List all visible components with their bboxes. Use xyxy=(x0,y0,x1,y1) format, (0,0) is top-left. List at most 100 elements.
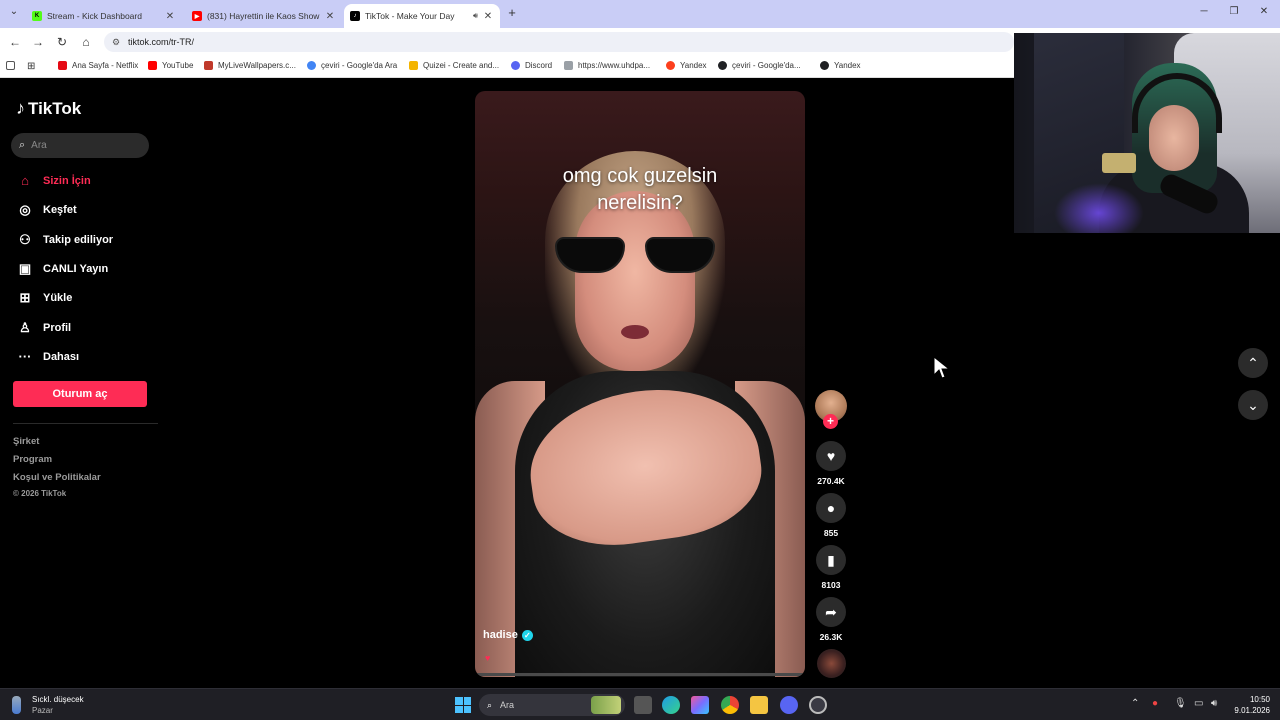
like-count: 270.4K xyxy=(817,476,845,486)
footer-link-company[interactable]: Şirket xyxy=(13,436,39,447)
bookmark-label: YouTube xyxy=(162,61,194,70)
music-disc[interactable] xyxy=(817,649,846,678)
speaker-icon[interactable]: 🔊︎ xyxy=(473,11,478,21)
site-info-icon[interactable]: ⚙ xyxy=(112,32,120,52)
system-clock[interactable]: 10:50 9.01.2026 xyxy=(1224,694,1270,716)
web-icon xyxy=(820,61,829,70)
back-button[interactable]: ← xyxy=(8,35,22,49)
nav-label: Takip ediliyor xyxy=(43,234,114,246)
clock-time: 10:50 xyxy=(1249,695,1270,704)
footer-link-terms[interactable]: Koşul ve Politikalar xyxy=(13,472,101,483)
author-name: hadise xyxy=(483,629,518,641)
minimize-button[interactable]: ─ xyxy=(1196,6,1212,17)
more-icon: ··· xyxy=(18,349,32,364)
follow-button[interactable]: + xyxy=(823,414,838,429)
sidebar-toggle-icon[interactable] xyxy=(6,61,20,70)
microphone-icon[interactable]: 🎙︎ xyxy=(1174,698,1187,709)
nav-label: Profil xyxy=(43,322,72,334)
nav-upload[interactable]: ⊞ Yükle xyxy=(16,290,73,306)
start-button[interactable] xyxy=(455,697,471,713)
netflix-icon xyxy=(58,61,67,70)
search-highlight-image xyxy=(591,696,621,714)
nav-label: Keşfet xyxy=(43,204,77,216)
bookmark-quizei[interactable]: Quizei - Create and... xyxy=(409,61,499,70)
bookmark-discord[interactable]: Discord xyxy=(511,61,552,70)
tab-title: Stream - Kick Dashboard xyxy=(47,11,142,21)
like-button[interactable]: ♥ xyxy=(816,441,846,471)
save-button[interactable]: ▮ xyxy=(816,545,846,575)
tiktok-icon: ♪ xyxy=(350,11,360,21)
nav-for-you[interactable]: ⌂ Sizin İçin xyxy=(16,173,91,188)
bookmark-label: Discord xyxy=(525,61,553,70)
bookmark-google-ceviri[interactable]: çeviri - Google'da Ara xyxy=(307,61,397,70)
nav-explore[interactable]: ◎ Keşfet xyxy=(16,202,77,218)
search-icon: ⌕ xyxy=(19,139,26,151)
apps-icon[interactable]: ⊞ xyxy=(27,61,35,72)
save-count: 8103 xyxy=(821,580,841,590)
restore-button[interactable]: ❐ xyxy=(1226,6,1242,17)
footer-link-program[interactable]: Program xyxy=(13,454,52,465)
bookmark-yandex-2[interactable]: Yandex xyxy=(820,61,861,70)
tiktok-logo[interactable]: ♪ TikTok xyxy=(16,98,81,119)
tray-app-icon[interactable]: ● xyxy=(1152,698,1158,709)
bookmark-mylivewallpapers[interactable]: MyLiveWallpapers.c... xyxy=(204,61,296,70)
bookmark-label: https://www.uhdpa... xyxy=(578,61,651,70)
bookmark-uhdpaper[interactable]: https://www.uhdpa... xyxy=(564,61,650,70)
chrome-icon[interactable] xyxy=(721,696,739,714)
edge-icon[interactable] xyxy=(662,696,680,714)
share-button[interactable]: ➦ xyxy=(816,597,846,627)
tab-kick[interactable]: K Stream - Kick Dashboard ✕ xyxy=(26,4,182,28)
nav-following[interactable]: ⚇ Takip ediliyor xyxy=(16,232,113,248)
caption-line: nerelisin? xyxy=(597,192,683,214)
video-progress-bar[interactable] xyxy=(475,673,805,676)
web-icon xyxy=(718,61,727,70)
bookmark-netflix[interactable]: Ana Sayfa - Netflix xyxy=(58,61,138,70)
nav-label: CANLI Yayın xyxy=(43,263,109,275)
bookmark-youtube[interactable]: YouTube xyxy=(148,61,193,70)
address-bar[interactable]: ⚙ tiktok.com/tr-TR/ xyxy=(104,32,1014,52)
tab-search-icon[interactable]: ⌄ xyxy=(6,6,22,17)
nav-label: Dahası xyxy=(43,350,80,363)
close-icon[interactable]: ✕ xyxy=(164,11,176,22)
bookmark-label: çeviri - Google'da Ara xyxy=(321,61,398,70)
close-icon[interactable]: ✕ xyxy=(324,11,336,22)
nav-profile[interactable]: ♙ Profil xyxy=(16,320,71,336)
tab-youtube[interactable]: ▶ (831) Hayrettin ile Kaos Show - ✕ xyxy=(186,4,342,28)
reload-button[interactable]: ↻ xyxy=(55,35,69,49)
new-tab-button[interactable]: + xyxy=(504,5,520,20)
search-input[interactable]: ⌕ Ara xyxy=(11,133,149,158)
previous-video-button[interactable]: ⌃ xyxy=(1238,348,1268,378)
chevron-up-icon[interactable]: ⌃ xyxy=(1131,698,1139,709)
home-button[interactable]: ⌂ xyxy=(79,35,93,49)
obs-icon[interactable] xyxy=(809,696,827,714)
login-button[interactable]: Oturum aç xyxy=(13,381,147,407)
forward-button[interactable]: → xyxy=(31,35,45,49)
discord-icon[interactable] xyxy=(780,696,798,714)
video-player[interactable]: omg cok guzelsin nerelisin? hadise ✓ ♥ xyxy=(475,91,805,677)
video-author[interactable]: hadise ✓ xyxy=(483,629,533,641)
tab-tiktok[interactable]: ♪ TikTok - Make Your Day 🔊︎ ✕ xyxy=(344,4,500,28)
nav-more[interactable]: ··· Dahası xyxy=(16,349,80,364)
nav-live[interactable]: ▣ CANLI Yayın xyxy=(16,261,108,277)
comment-icon: ● xyxy=(826,500,836,516)
network-icon[interactable]: ▭ xyxy=(1194,698,1203,709)
youtube-icon: ▶ xyxy=(192,11,202,21)
file-explorer-icon[interactable] xyxy=(750,696,768,714)
copilot-icon[interactable] xyxy=(691,696,709,714)
volume-icon[interactable]: 🔊︎ xyxy=(1211,698,1217,709)
heart-icon: ♥ xyxy=(826,448,836,464)
taskbar-search[interactable]: ⌕ Ara xyxy=(479,694,625,716)
brand-name: TikTok xyxy=(28,98,82,118)
next-video-button[interactable]: ⌄ xyxy=(1238,390,1268,420)
weather-widget[interactable]: Sıckl. düşecek Pazar xyxy=(12,694,84,716)
webcam-phone xyxy=(1102,153,1136,173)
close-icon[interactable]: ✕ xyxy=(482,11,494,22)
close-window-button[interactable]: ✕ xyxy=(1256,6,1272,17)
youtube-icon xyxy=(148,61,157,70)
bookmark-yandex[interactable]: Yandex xyxy=(666,61,707,70)
task-view-icon[interactable] xyxy=(634,696,652,714)
tiktok-icon: ♪ xyxy=(16,98,25,118)
music-icon[interactable]: ♥ xyxy=(485,653,490,663)
comment-button[interactable]: ● xyxy=(816,493,846,523)
bookmark-google-ceviri-2[interactable]: çeviri - Google'da... xyxy=(718,61,801,70)
